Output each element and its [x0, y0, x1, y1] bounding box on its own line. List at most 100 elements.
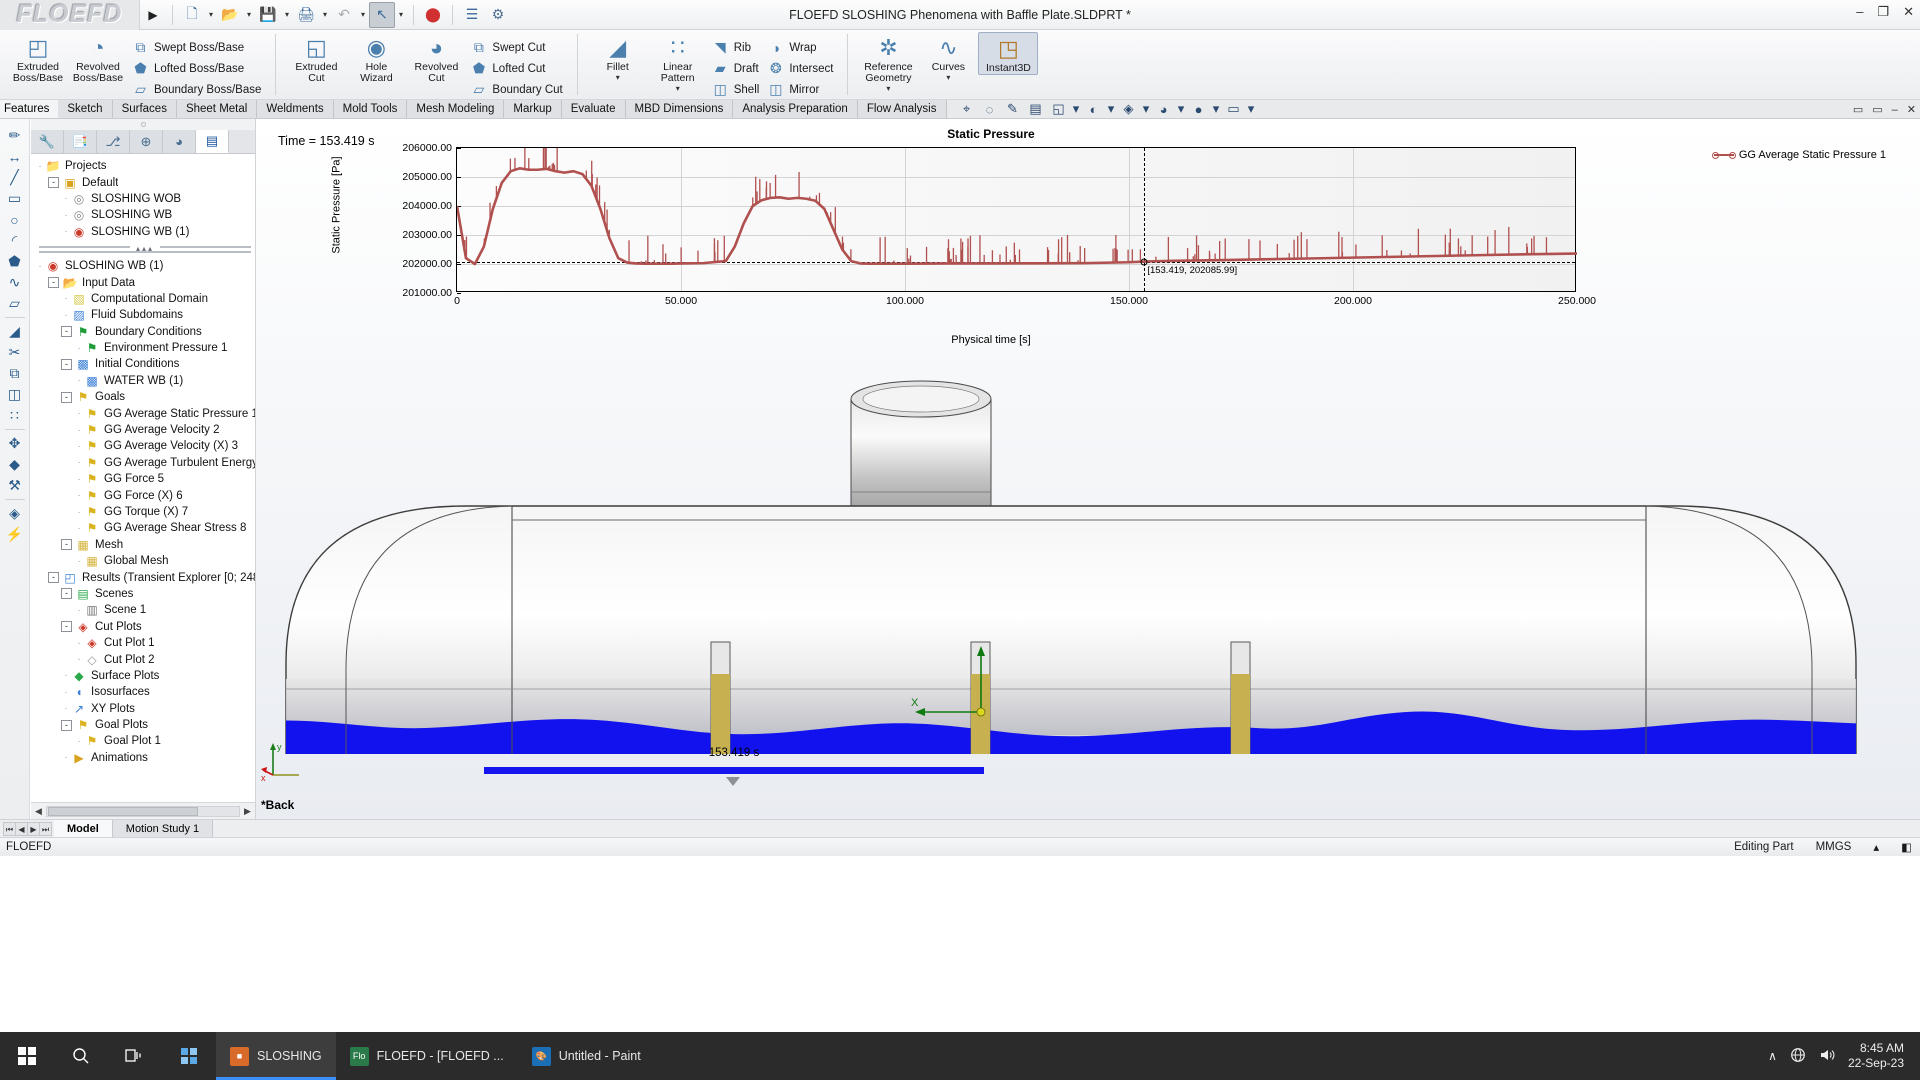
- revolved-boss-button[interactable]: ◔ Revolved Boss/Base: [68, 32, 128, 84]
- tree-item-sloshing-wb-1[interactable]: · ◉ SLOSHING WB (1): [35, 258, 255, 274]
- tab-markup[interactable]: Markup: [504, 100, 562, 118]
- apply-scene-dropdown-icon[interactable]: ▾: [1177, 101, 1186, 118]
- rectangle-tool-icon[interactable]: ▭: [3, 188, 27, 209]
- intersect-button[interactable]: ❂ Intersect: [763, 58, 837, 79]
- sketch-tool-icon[interactable]: ✏: [3, 125, 27, 146]
- task-view-icon[interactable]: [108, 1032, 162, 1080]
- restore-view-button[interactable]: ▭: [1853, 103, 1863, 116]
- tab-mbd-dimensions[interactable]: MBD Dimensions: [625, 100, 734, 118]
- taskbar-app-floefd-floefd[interactable]: Flo FLOEFD - [FLOEFD ...: [336, 1032, 518, 1080]
- lofted-cut-button[interactable]: ⬟ Lofted Cut: [466, 58, 566, 79]
- arc-tool-icon[interactable]: ◜: [3, 230, 27, 251]
- select-cursor-dropdown-icon[interactable]: ▾: [395, 10, 407, 19]
- tab-weldments[interactable]: Weldments: [257, 100, 334, 118]
- back-link[interactable]: *Back: [261, 798, 294, 812]
- flow-analysis-tab[interactable]: ▤: [196, 130, 229, 153]
- smart-dimension-icon[interactable]: ↔: [3, 146, 27, 167]
- tree-item-gg-average-static-pressure-1[interactable]: · ⚑ GG Average Static Pressure 1: [35, 405, 255, 421]
- tree-item-environment-pressure-1[interactable]: · ⚑ Environment Pressure 1: [35, 340, 255, 356]
- hide-show-dropdown-icon[interactable]: ▾: [1142, 101, 1151, 118]
- open-folder-icon[interactable]: 📂: [217, 2, 243, 28]
- polygon-tool-icon[interactable]: ⬟: [3, 251, 27, 272]
- tab-surfaces[interactable]: Surfaces: [112, 100, 177, 118]
- tree-item-gg-torque-x-7[interactable]: · ⚑ GG Torque (X) 7: [35, 504, 255, 520]
- viewport-icon[interactable]: ▭: [1224, 101, 1244, 118]
- tab-mesh-modeling[interactable]: Mesh Modeling: [407, 100, 505, 118]
- doc-tab-motion-study-1[interactable]: Motion Study 1: [112, 820, 214, 837]
- tree-item-results-transient-explorer-0-248-700-s[interactable]: -◰ Results (Transient Explorer [0; 248.70…: [35, 569, 255, 585]
- tab-mold-tools[interactable]: Mold Tools: [333, 100, 408, 118]
- tree-item-gg-average-turbulent-energy-4[interactable]: · ⚑ GG Average Turbulent Energy 4: [35, 455, 255, 471]
- hole-wizard-button[interactable]: ◉ Hole Wizard: [346, 32, 406, 84]
- swept-boss-button[interactable]: ⧉ Swept Boss/Base: [128, 37, 265, 58]
- tray-chevron-icon[interactable]: ∧: [1768, 1049, 1777, 1063]
- boundary-boss-button[interactable]: ▱ Boundary Boss/Base: [128, 79, 265, 100]
- doc-tab-model[interactable]: Model: [54, 820, 113, 837]
- widgets-icon[interactable]: [162, 1032, 216, 1080]
- tree-item-surface-plots[interactable]: · ◆ Surface Plots: [35, 668, 255, 684]
- display-manager-tab[interactable]: ◕: [163, 130, 196, 153]
- tree-item-xy-plots[interactable]: · ↗ XY Plots: [35, 701, 255, 717]
- tree-item-fluid-subdomains[interactable]: · ▨ Fluid Subdomains: [35, 307, 255, 323]
- tree-item-scene-1[interactable]: · ▥ Scene 1: [35, 602, 255, 618]
- reference-geometry-button[interactable]: ✲ Reference Geometry ▾: [858, 32, 918, 94]
- minimize-button[interactable]: –: [1856, 4, 1863, 20]
- tree-expander[interactable]: -: [61, 326, 72, 338]
- offset-entities-icon[interactable]: ⧉: [3, 363, 27, 384]
- dropdown-caret-icon[interactable]: ▾: [648, 84, 708, 93]
- tree-item-gg-average-shear-stress-8[interactable]: · ⚑ GG Average Shear Stress 8: [35, 520, 255, 536]
- tab-analysis-preparation[interactable]: Analysis Preparation: [733, 100, 858, 118]
- trim-entities-icon[interactable]: ✂: [3, 342, 27, 363]
- viewport-dropdown-icon[interactable]: ▾: [1247, 101, 1256, 118]
- property-manager-tab[interactable]: 📑: [64, 130, 97, 153]
- display-style-icon[interactable]: ◐: [1084, 101, 1104, 118]
- undo-dropdown-icon[interactable]: ▾: [357, 10, 369, 19]
- move-entities-icon[interactable]: ✥: [3, 433, 27, 454]
- tab-sketch[interactable]: Sketch: [58, 100, 113, 118]
- status-units-caret[interactable]: ▴: [1873, 840, 1879, 854]
- view-settings-icon[interactable]: ●: [1189, 101, 1209, 118]
- line-tool-icon[interactable]: ╱: [3, 167, 27, 188]
- feature-manager-tab[interactable]: 🔧: [31, 130, 64, 153]
- extruded-boss-button[interactable]: ◰ Extruded Boss/Base: [8, 32, 68, 84]
- tree-expander[interactable]: -: [61, 588, 72, 600]
- print-dropdown-icon[interactable]: ▾: [319, 10, 331, 19]
- tree-item-sloshing-wb[interactable]: · ◎ SLOSHING WB: [35, 207, 255, 223]
- view-settings-dropdown-icon[interactable]: ▾: [1212, 101, 1221, 118]
- graphics-area[interactable]: Time = 153.419 s Static Pressure Static …: [256, 119, 1920, 819]
- dropdown-caret-icon[interactable]: ▾: [588, 73, 648, 82]
- scroll-right-button[interactable]: ▶: [240, 806, 255, 817]
- tree-item-boundary-conditions[interactable]: - ⚑ Boundary Conditions: [35, 324, 255, 340]
- tree-item-gg-average-velocity-x-3[interactable]: · ⚑ GG Average Velocity (X) 3: [35, 438, 255, 454]
- linear-pattern-button[interactable]: ∷ Linear Pattern ▾: [648, 32, 708, 94]
- mirror-entities-icon[interactable]: ◫: [3, 384, 27, 405]
- traffic-light-icon[interactable]: ⬤: [420, 2, 446, 28]
- fillet-button[interactable]: ◢ Fillet ▾: [588, 32, 648, 83]
- tree-item-global-mesh[interactable]: · ▦ Global Mesh: [35, 553, 255, 569]
- timeline-bar[interactable]: [484, 767, 984, 774]
- tree-item-computational-domain[interactable]: · ▧ Computational Domain: [35, 291, 255, 307]
- taskbar-app-sloshing[interactable]: ■ SLOSHING: [216, 1032, 336, 1080]
- panel-grip[interactable]: [31, 119, 255, 130]
- tree-expander[interactable]: -: [48, 177, 59, 189]
- tank-model-view[interactable]: X: [256, 324, 1920, 819]
- panel-horizontal-scrollbar[interactable]: ◀ ▶: [31, 802, 255, 819]
- scroll-thumb[interactable]: [48, 806, 198, 816]
- dropdown-caret-icon[interactable]: ▾: [858, 84, 918, 93]
- tree-item-cut-plot-1[interactable]: · ◈ Cut Plot 1: [35, 635, 255, 651]
- open-folder-dropdown-icon[interactable]: ▾: [243, 10, 255, 19]
- tab-sheet-metal[interactable]: Sheet Metal: [176, 100, 258, 118]
- linear-sketch-pattern-icon[interactable]: ∷: [3, 405, 27, 426]
- tree-item-water-wb-1[interactable]: · ▩ WATER WB (1): [35, 373, 255, 389]
- dropdown-caret-icon[interactable]: ▾: [918, 73, 978, 82]
- new-document-icon[interactable]: 🗋: [179, 2, 205, 28]
- display-delete-relations-icon[interactable]: ◆: [3, 454, 27, 475]
- apply-scene-icon[interactable]: ◕: [1154, 101, 1174, 118]
- circle-tool-icon[interactable]: ○: [3, 209, 27, 230]
- tree-item-gg-average-velocity-2[interactable]: · ⚑ GG Average Velocity 2: [35, 422, 255, 438]
- close-button[interactable]: ✕: [1903, 4, 1914, 20]
- search-icon[interactable]: [54, 1032, 108, 1080]
- tree-item-sloshing-wob[interactable]: · ◎ SLOSHING WOB: [35, 191, 255, 207]
- save-dropdown-icon[interactable]: ▾: [281, 10, 293, 19]
- undo-icon[interactable]: ↶: [331, 2, 357, 28]
